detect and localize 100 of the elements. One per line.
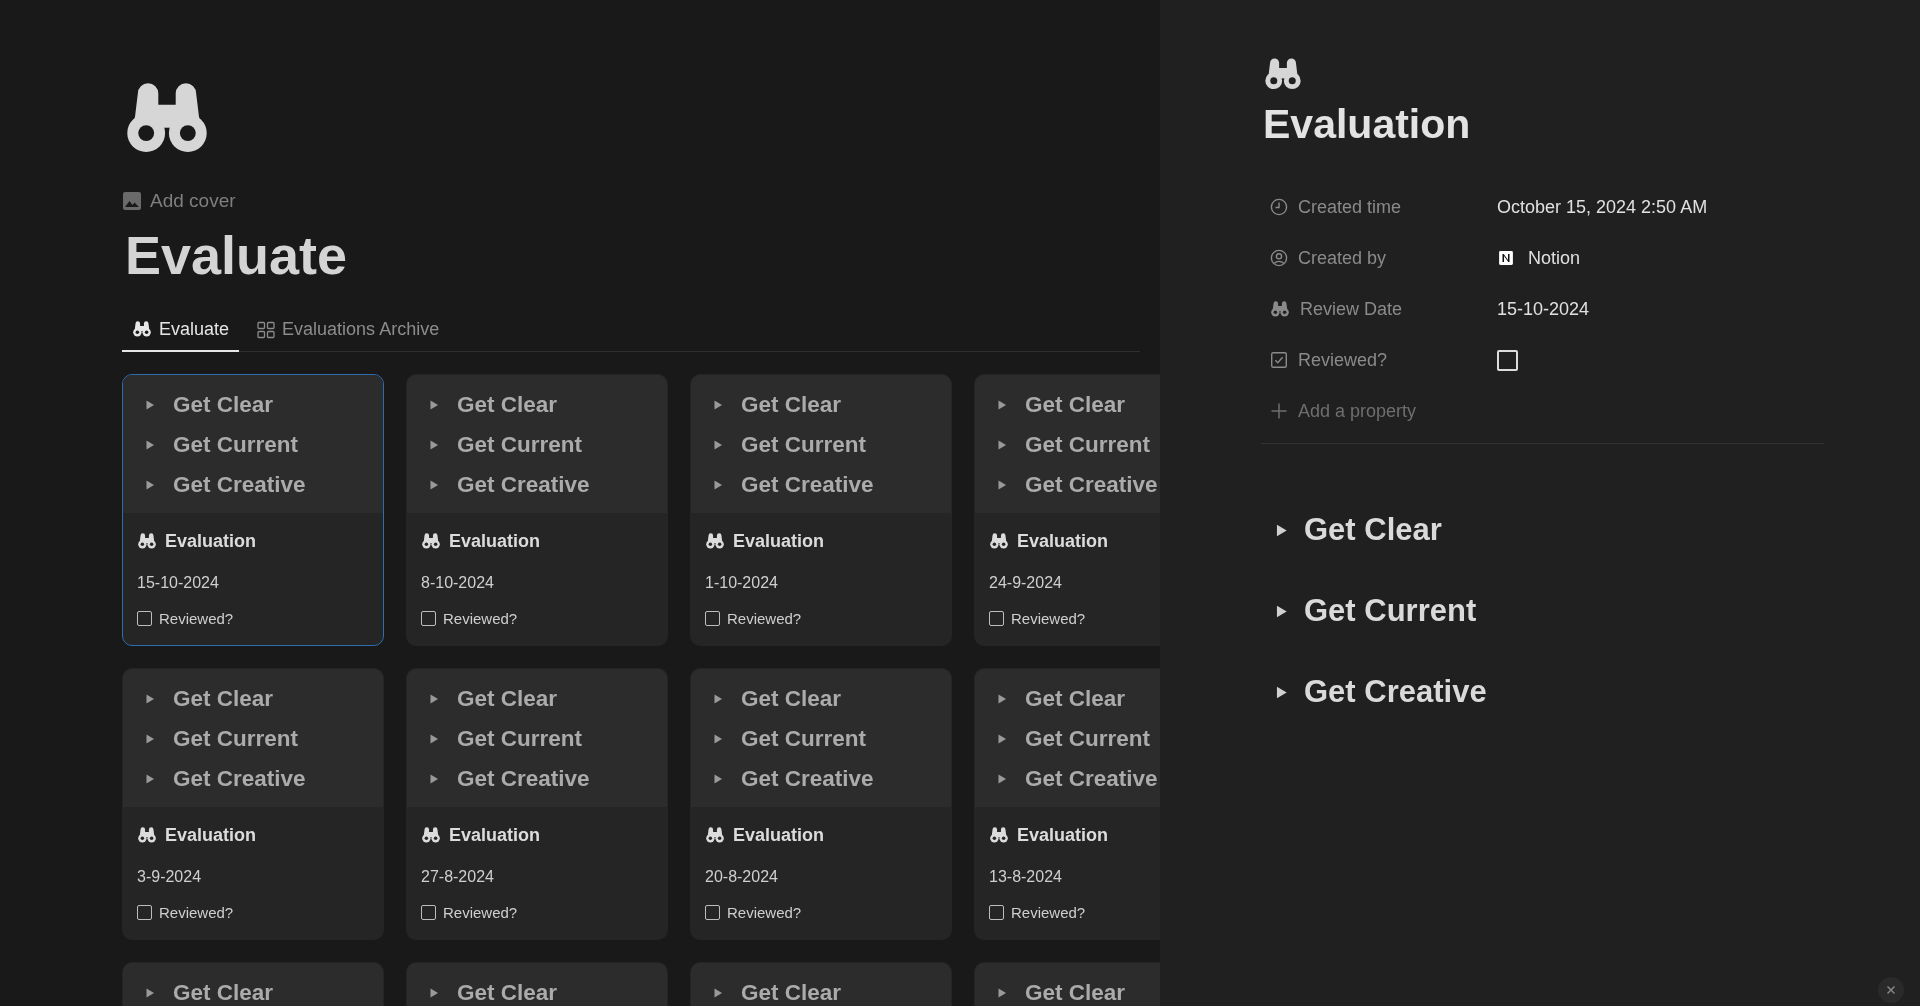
gallery-card[interactable]: Get Clear Get Current Get Creative Evaluation 1-10-2024 Reviewed? xyxy=(690,374,952,647)
toggle-heading: Get Clear xyxy=(1025,980,1126,1006)
toggle-heading: Get Creative xyxy=(1025,766,1158,793)
binoculars-icon xyxy=(989,827,1009,844)
toggle-heading: Get Current xyxy=(457,432,582,459)
triangle-icon[interactable] xyxy=(429,440,439,451)
triangle-icon[interactable] xyxy=(713,440,723,451)
triangle-icon[interactable] xyxy=(145,480,155,491)
toggle-heading: Get Clear xyxy=(457,392,558,419)
triangle-icon[interactable] xyxy=(429,694,439,705)
checkbox[interactable] xyxy=(137,905,152,921)
view-tab[interactable]: Evaluate xyxy=(122,311,240,353)
binoculars-icon xyxy=(137,827,157,844)
gallery-card[interactable]: Get Clear Get Current Get Creative Evaluation 8-10-2024 Reviewed? xyxy=(406,374,668,647)
triangle-icon[interactable] xyxy=(997,480,1007,491)
toggle-heading: Get Clear xyxy=(173,686,274,713)
checkbox-label: Reviewed? xyxy=(1011,904,1086,922)
toggle-heading: Get Creative xyxy=(741,766,874,793)
gallery-card[interactable]: Get Clear xyxy=(690,962,952,1006)
triangle-icon[interactable] xyxy=(997,988,1007,999)
review-date: 3-9-2024 xyxy=(137,868,203,887)
binoculars-icon xyxy=(1270,301,1290,318)
triangle-icon[interactable] xyxy=(145,774,155,785)
triangle-icon[interactable] xyxy=(997,400,1007,411)
card-title: Evaluation xyxy=(733,825,825,847)
triangle-icon[interactable] xyxy=(997,440,1007,451)
toggle-heading: Get Clear xyxy=(1304,512,1442,549)
triangle-icon[interactable] xyxy=(1275,604,1288,618)
checkbox[interactable] xyxy=(137,611,152,627)
review-date: 20-8-2024 xyxy=(705,868,779,887)
review-date: 8-10-2024 xyxy=(421,574,495,593)
checkbox[interactable] xyxy=(989,905,1004,921)
triangle-icon[interactable] xyxy=(997,694,1007,705)
checkbox[interactable] xyxy=(989,611,1004,627)
triangle-icon[interactable] xyxy=(713,734,723,745)
review-date: 27-8-2024 xyxy=(421,868,495,887)
toggle-heading: Get Current xyxy=(457,726,582,753)
gallery-card[interactable]: Get Clear xyxy=(122,962,384,1006)
triangle-icon[interactable] xyxy=(145,400,155,411)
toggle-heading: Get Clear xyxy=(741,980,842,1006)
triangle-icon[interactable] xyxy=(145,734,155,745)
property-value: October 15, 2024 2:50 AM xyxy=(1497,196,1708,218)
gallery-card[interactable]: Get Clear xyxy=(974,962,1160,1006)
triangle-icon[interactable] xyxy=(997,774,1007,785)
checkbox[interactable] xyxy=(421,905,436,921)
binoculars-icon xyxy=(705,827,725,844)
triangle-icon[interactable] xyxy=(713,988,723,999)
checkbox[interactable] xyxy=(705,905,720,921)
page-title: Evaluate xyxy=(125,225,349,286)
card-title: Evaluation xyxy=(733,531,825,553)
logo-icon xyxy=(1497,249,1515,268)
toggle-heading: Get Creative xyxy=(173,766,306,793)
clock-icon xyxy=(1270,198,1288,217)
binoculars-icon xyxy=(132,321,152,338)
triangle-icon[interactable] xyxy=(145,694,155,705)
checkbox[interactable] xyxy=(705,611,720,627)
review-date: 1-10-2024 xyxy=(705,574,779,593)
property-label: Created by xyxy=(1298,247,1387,269)
checkbox-label: Reviewed? xyxy=(159,904,234,922)
binoculars-icon xyxy=(137,533,157,550)
person-icon xyxy=(1270,249,1288,268)
triangle-icon[interactable] xyxy=(429,774,439,785)
checkbox-label: Reviewed? xyxy=(443,904,518,922)
property-label: Created time xyxy=(1298,196,1402,218)
checkbox-label: Reviewed? xyxy=(1011,610,1086,628)
triangle-icon[interactable] xyxy=(713,480,723,491)
gallery-card[interactable]: Get Clear Get Current Get Creative Evaluation 13-8-2024 Reviewed? xyxy=(974,668,1160,941)
triangle-icon[interactable] xyxy=(145,440,155,451)
triangle-icon[interactable] xyxy=(429,734,439,745)
triangle-icon[interactable] xyxy=(1275,685,1288,699)
triangle-icon[interactable] xyxy=(429,480,439,491)
toggle-heading: Get Clear xyxy=(741,686,842,713)
triangle-icon[interactable] xyxy=(145,988,155,999)
triangle-icon[interactable] xyxy=(429,400,439,411)
triangle-icon[interactable] xyxy=(713,774,723,785)
gallery-card[interactable]: Get Clear Get Current Get Creative Evaluation 24-9-2024 Reviewed? xyxy=(974,374,1160,647)
card-title: Evaluation xyxy=(1017,531,1109,553)
gallery-card[interactable]: Get Clear Get Current Get Creative Evaluation 15-10-2024 Reviewed? xyxy=(122,374,384,647)
checkbox[interactable] xyxy=(1497,349,1518,371)
binoculars-icon xyxy=(705,533,725,550)
property-label: Reviewed? xyxy=(1298,349,1388,371)
gallery-card[interactable]: Get Clear xyxy=(406,962,668,1006)
gallery-card[interactable]: Get Clear Get Current Get Creative Evaluation 27-8-2024 Reviewed? xyxy=(406,668,668,941)
add-cover-link[interactable]: Add cover xyxy=(150,189,236,212)
binoculars-icon xyxy=(989,533,1009,550)
checkbox-label: Reviewed? xyxy=(727,904,802,922)
gallery-card[interactable]: Get Clear Get Current Get Creative Evaluation 20-8-2024 Reviewed? xyxy=(690,668,952,941)
toggle-heading: Get Current xyxy=(1025,726,1150,753)
toggle-heading: Get Current xyxy=(1304,593,1477,630)
triangle-icon[interactable] xyxy=(429,988,439,999)
triangle-icon[interactable] xyxy=(997,734,1007,745)
checkbox[interactable] xyxy=(421,611,436,627)
triangle-icon[interactable] xyxy=(713,400,723,411)
person-name: Notion xyxy=(1528,247,1581,269)
triangle-icon[interactable] xyxy=(713,694,723,705)
gallery-card[interactable]: Get Clear Get Current Get Creative Evaluation 3-9-2024 Reviewed? xyxy=(122,668,384,941)
plus-icon xyxy=(1270,402,1288,421)
view-tab[interactable]: Evaluations Archive xyxy=(247,311,450,353)
triangle-icon[interactable] xyxy=(1275,523,1288,537)
toggle-heading: Get Creative xyxy=(457,472,590,499)
